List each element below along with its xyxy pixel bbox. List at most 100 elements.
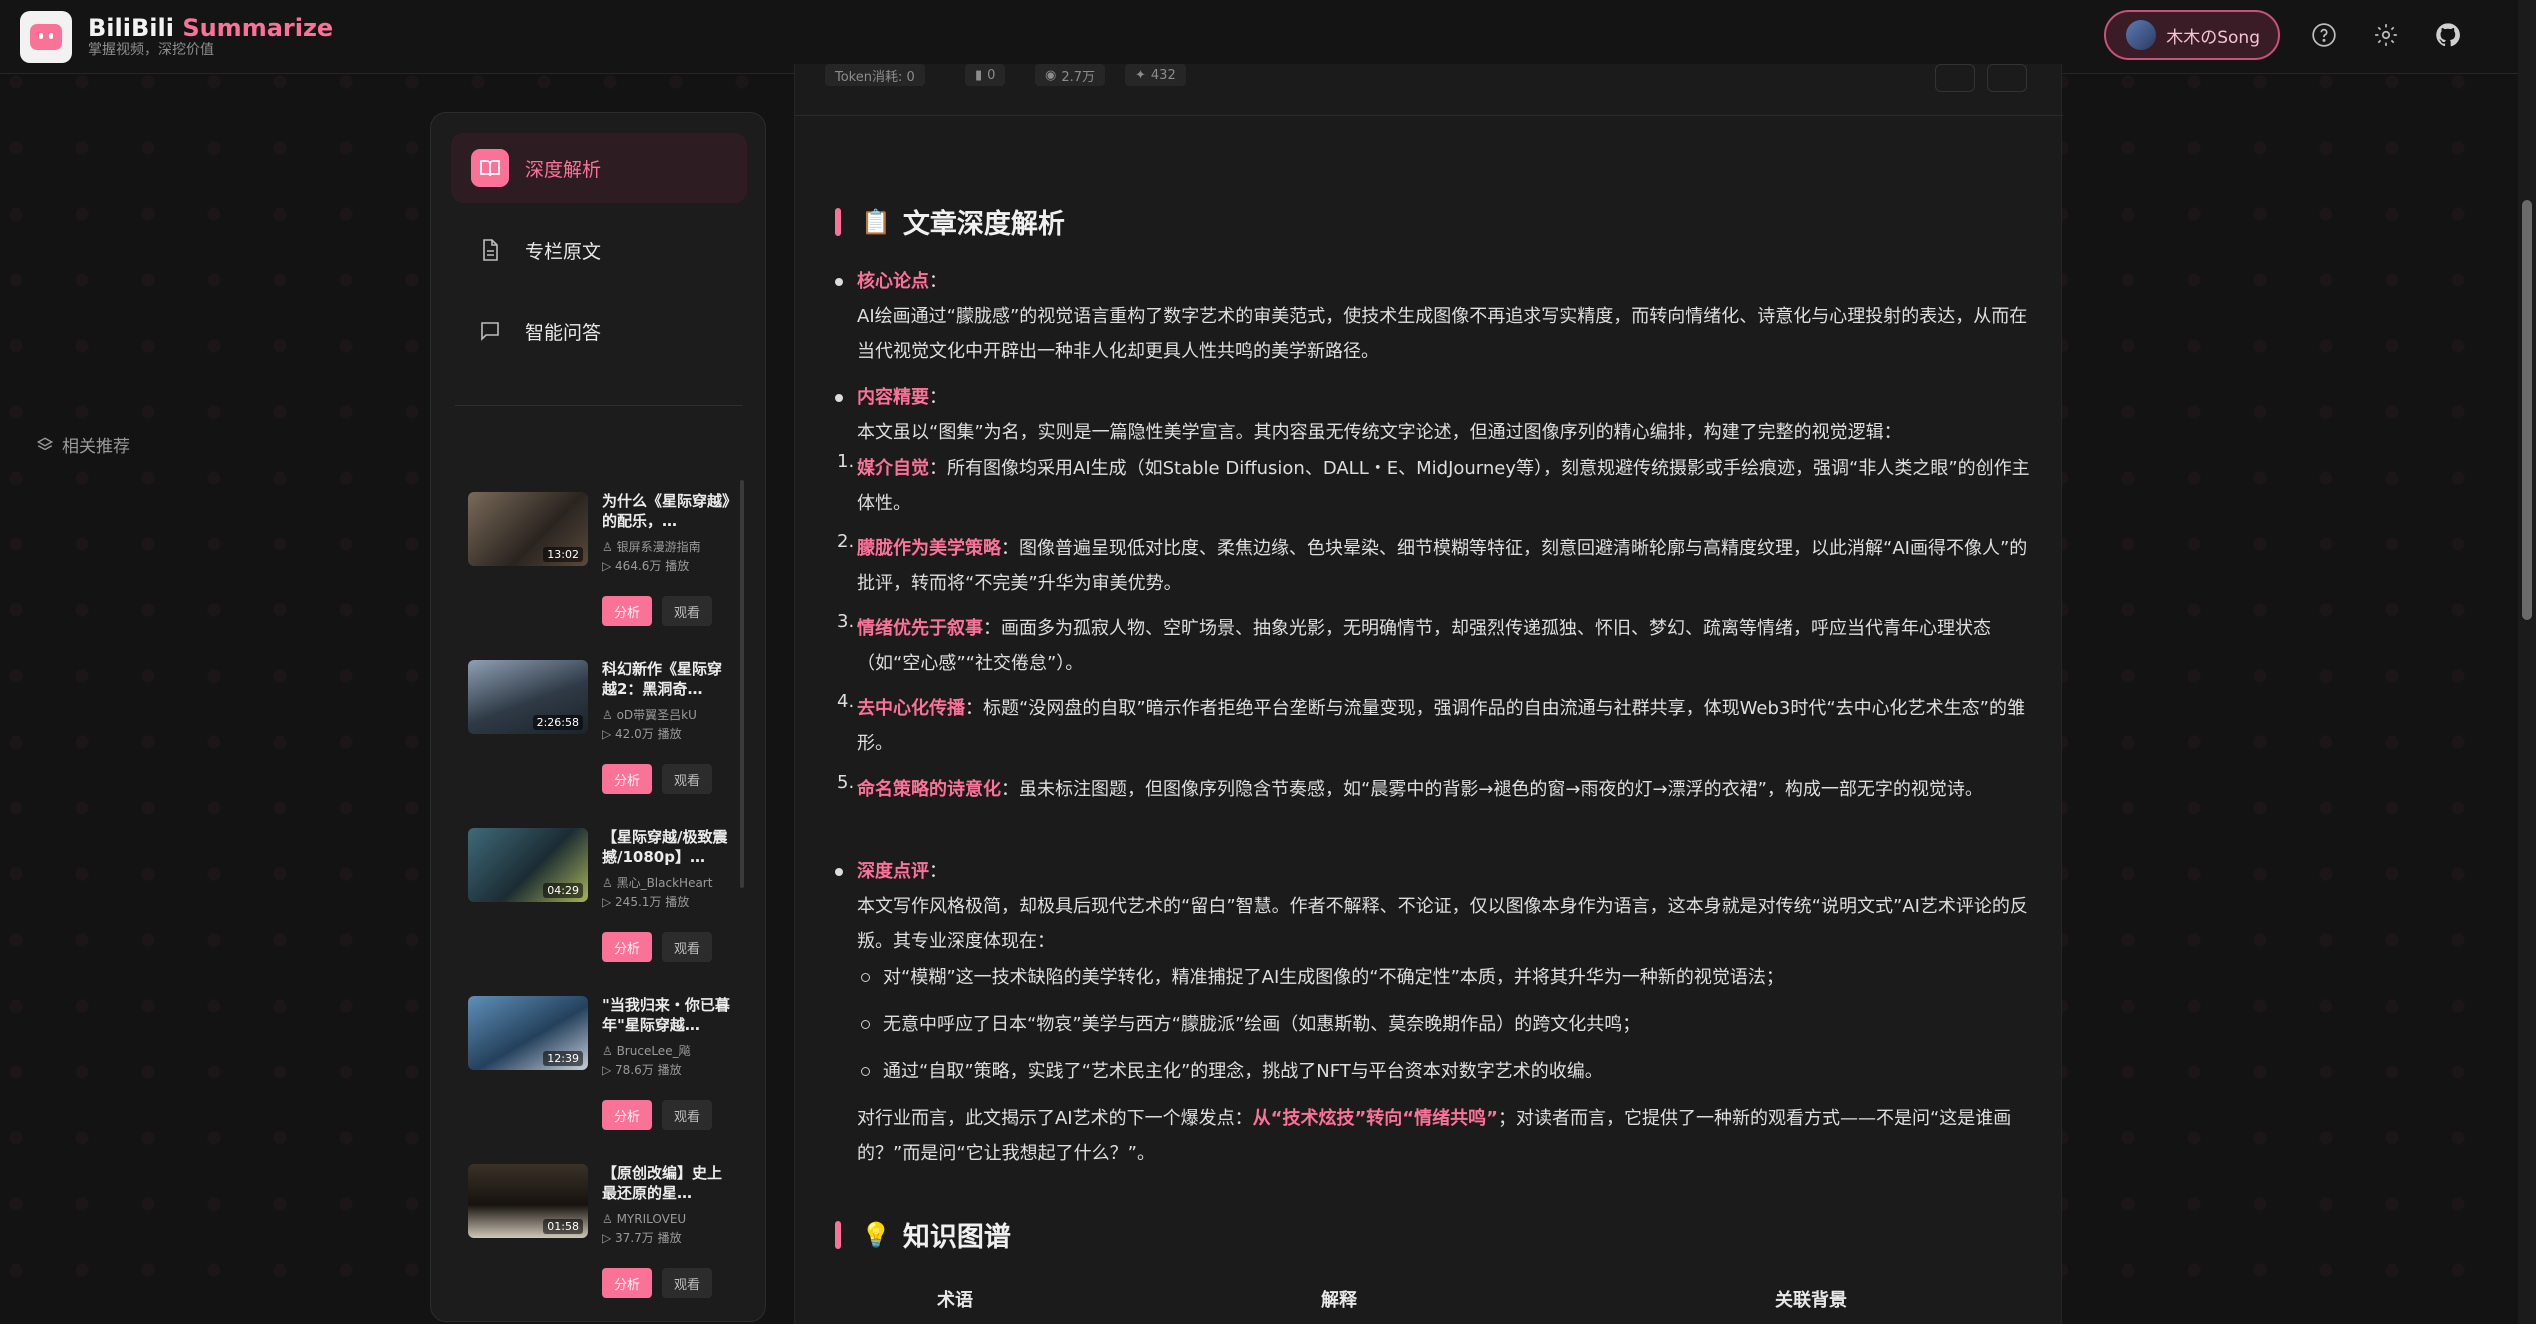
section-title: 知识图谱 xyxy=(902,1222,1011,1253)
list-item[interactable]: 04:29 【星际穿越/极致震撼/1080p】… ♙ 黑心_BlackHeart… xyxy=(468,828,738,988)
video-author: ♙ oD带翼圣吕kU xyxy=(602,708,697,722)
video-plays: ▷ 78.6万 播放 xyxy=(602,1063,682,1078)
layers-icon xyxy=(36,436,54,450)
review-point: 通过“自取”策略，实践了“艺术民主化”的理念，挑战了NFT与平台资本对数字艺术的… xyxy=(883,1061,1603,1082)
video-author: ♙ 黑心_BlackHeart xyxy=(602,876,713,890)
table-header-term: 术语 xyxy=(937,1290,973,1311)
stat-comments: ▮ 0 xyxy=(965,64,1006,86)
user-menu-button[interactable]: 木木のSong xyxy=(2104,10,2280,60)
watch-button[interactable]: 观看 xyxy=(662,932,712,962)
video-thumbnail[interactable]: 12:39 xyxy=(468,996,588,1070)
sub-bullet xyxy=(861,1020,870,1029)
video-plays: ▷ 464.6万 播放 xyxy=(602,559,690,574)
video-title[interactable]: 【星际穿越/极致震撼/1080p】… xyxy=(602,828,734,868)
article-panel: Token消耗: 0 ▮ 0 ◉ 2.7万 ✦ 432 📋 文章深度解析 核心论点： … xyxy=(794,64,2063,1324)
list-item[interactable]: 12:39 "当我归来・你已暮年"星际穿越… ♙ BruceLee_飚 ▷ 78… xyxy=(468,996,738,1156)
video-thumbnail[interactable]: 04:29 xyxy=(468,828,588,902)
nav-item-original-article[interactable]: 专栏原文 xyxy=(451,215,747,285)
content-summary: 内容精要： 本文虽以“图集”为名，实则是一篇隐性美学宣言。其内容虽无传统文字论述… xyxy=(857,387,1902,443)
core-argument: 核心论点： AI绘画通过“朦胧感”的视觉语言重构了数字艺术的审美范式，使技术生成… xyxy=(857,271,2028,362)
settings-button[interactable] xyxy=(2368,17,2404,53)
summary-point: 去中心化传播：标题“没网盘的自取”暗示作者拒绝平台垄断与流量变现，强调作品的自由… xyxy=(857,698,2025,754)
analyze-button[interactable]: 分析 xyxy=(602,764,652,794)
watch-button[interactable]: 观看 xyxy=(662,764,712,794)
list-item[interactable]: 2:26:58 科幻新作《星际穿越2：黑洞奇… ♙ oD带翼圣吕kU ▷ 42.… xyxy=(468,660,738,820)
nav-item-deep-analysis[interactable]: 深度解析 xyxy=(451,133,747,203)
header-actions: 木木のSong xyxy=(2104,10,2466,60)
video-plays: ▷ 37.7万 播放 xyxy=(602,1231,682,1246)
video-thumbnail[interactable]: 2:26:58 xyxy=(468,660,588,734)
nav-label: 专栏原文 xyxy=(525,240,602,263)
eye-icon: ◉ xyxy=(1045,67,1057,83)
video-title[interactable]: 【原创改编】史上最还原的星… xyxy=(602,1164,734,1204)
video-title[interactable]: "当我归来・你已暮年"星际穿越… xyxy=(602,996,734,1036)
analyze-button[interactable]: 分析 xyxy=(602,1100,652,1130)
brand-name: BiliBili Summarize xyxy=(88,13,334,42)
scrollbar-thumb[interactable] xyxy=(2522,200,2532,620)
summary-point: 媒介自觉：所有图像均采用AI生成（如Stable Diffusion、DALL・… xyxy=(857,458,2030,514)
avatar xyxy=(2126,20,2157,50)
export-button[interactable] xyxy=(1987,64,2027,92)
analyze-button[interactable]: 分析 xyxy=(602,932,652,962)
conclusion: 对行业而言，此文揭示了AI艺术的下一个爆发点：从“技术炫技”转向“情绪共鸣”；对… xyxy=(857,1108,2012,1164)
stat-views: ◉ 2.7万 xyxy=(1035,64,1106,86)
sidebar-divider xyxy=(455,405,743,406)
list-item[interactable]: 01:58 【原创改编】史上最还原的星… ♙ MYRILOVEU ▷ 37.7万… xyxy=(468,1164,738,1324)
brand-tagline: 掌握视频，深挖价值 xyxy=(88,42,214,59)
sub-bullet xyxy=(861,1067,870,1076)
help-button[interactable] xyxy=(2306,17,2342,53)
stats-bar: Token消耗: 0 ▮ 0 ◉ 2.7万 ✦ 432 xyxy=(795,64,2063,116)
video-thumbnail[interactable]: 13:02 xyxy=(468,492,588,566)
video-title[interactable]: 科幻新作《星际穿越2：黑洞奇… xyxy=(602,660,734,700)
app-header: BiliBili Summarize 掌握视频，深挖价值 木木のSong xyxy=(0,0,2518,74)
review-point: 对“模糊”这一技术缺陷的美学转化，精准捕捉了AI生成图像的“不确定性”本质，并将… xyxy=(883,967,1784,988)
gear-icon xyxy=(2375,24,2397,46)
deep-review: 深度点评： 本文写作风格极简，却极具后现代艺术的“留白”智慧。作者不解释、不论证… xyxy=(857,861,2028,952)
document-icon xyxy=(471,231,509,269)
summary-point: 情绪优先于叙事：画面多为孤寂人物、空旷场景、抽象光影，无明确情节，却强烈传递孤独… xyxy=(857,618,1991,674)
chat-icon xyxy=(471,312,509,350)
video-author: ♙ MYRILOVEU xyxy=(602,1212,687,1226)
brand: BiliBili Summarize 掌握视频，深挖价值 xyxy=(88,13,334,59)
stat-likes: ✦ 432 xyxy=(1125,64,1186,86)
summary-point: 朦胧作为美学策略：图像普遍呈现低对比度、柔焦边缘、色块晕染、细节模糊等特征，刻意… xyxy=(857,538,2028,594)
recommend-scrollbar[interactable] xyxy=(740,480,744,888)
video-thumbnail[interactable]: 01:58 xyxy=(468,1164,588,1238)
watch-button[interactable]: 观看 xyxy=(662,1268,712,1298)
analyze-button[interactable]: 分析 xyxy=(602,596,652,626)
bullet-dot xyxy=(835,868,843,876)
comment-icon: ▮ xyxy=(975,67,983,83)
copy-button[interactable] xyxy=(1935,64,1975,92)
bullet-dot xyxy=(835,394,843,402)
section-accent-bar xyxy=(835,1220,841,1249)
tv-icon xyxy=(30,23,62,50)
video-plays: ▷ 245.1万 播放 xyxy=(602,895,690,910)
watch-button[interactable]: 观看 xyxy=(662,1100,712,1130)
section-title: 文章深度解析 xyxy=(902,209,1065,240)
clipboard-icon: 📋 xyxy=(861,207,891,236)
book-icon xyxy=(471,149,509,187)
video-plays: ▷ 42.0万 播放 xyxy=(602,727,682,742)
nav-label: 智能问答 xyxy=(525,321,602,344)
section-accent-bar xyxy=(835,207,841,236)
recommend-heading: 相关推荐 xyxy=(36,432,130,457)
github-button[interactable] xyxy=(2430,17,2466,53)
table-header-background: 关联背景 xyxy=(1775,1290,1847,1311)
app-logo[interactable] xyxy=(20,10,72,63)
nav-item-smart-qa[interactable]: 智能问答 xyxy=(451,296,747,366)
lightbulb-icon: 💡 xyxy=(861,1220,891,1249)
github-icon xyxy=(2436,23,2460,47)
section-heading: 📋 文章深度解析 xyxy=(835,202,1065,241)
nav-label: 深度解析 xyxy=(525,158,602,181)
video-title[interactable]: 为什么《星际穿越》的配乐，… xyxy=(602,492,734,532)
sub-bullet xyxy=(861,973,870,982)
watch-button[interactable]: 观看 xyxy=(662,596,712,626)
user-name: 木木のSong xyxy=(2166,27,2260,48)
analyze-button[interactable]: 分析 xyxy=(602,1268,652,1298)
token-usage: Token消耗: 0 xyxy=(825,64,925,86)
help-icon xyxy=(2312,23,2336,47)
like-icon: ✦ xyxy=(1135,67,1146,83)
page-scrollbar[interactable] xyxy=(2518,0,2536,1324)
list-item[interactable]: 13:02 为什么《星际穿越》的配乐，… ♙ 银屏系漫游指南 ▷ 464.6万 … xyxy=(468,492,738,652)
section-heading: 💡 知识图谱 xyxy=(835,1215,1011,1254)
